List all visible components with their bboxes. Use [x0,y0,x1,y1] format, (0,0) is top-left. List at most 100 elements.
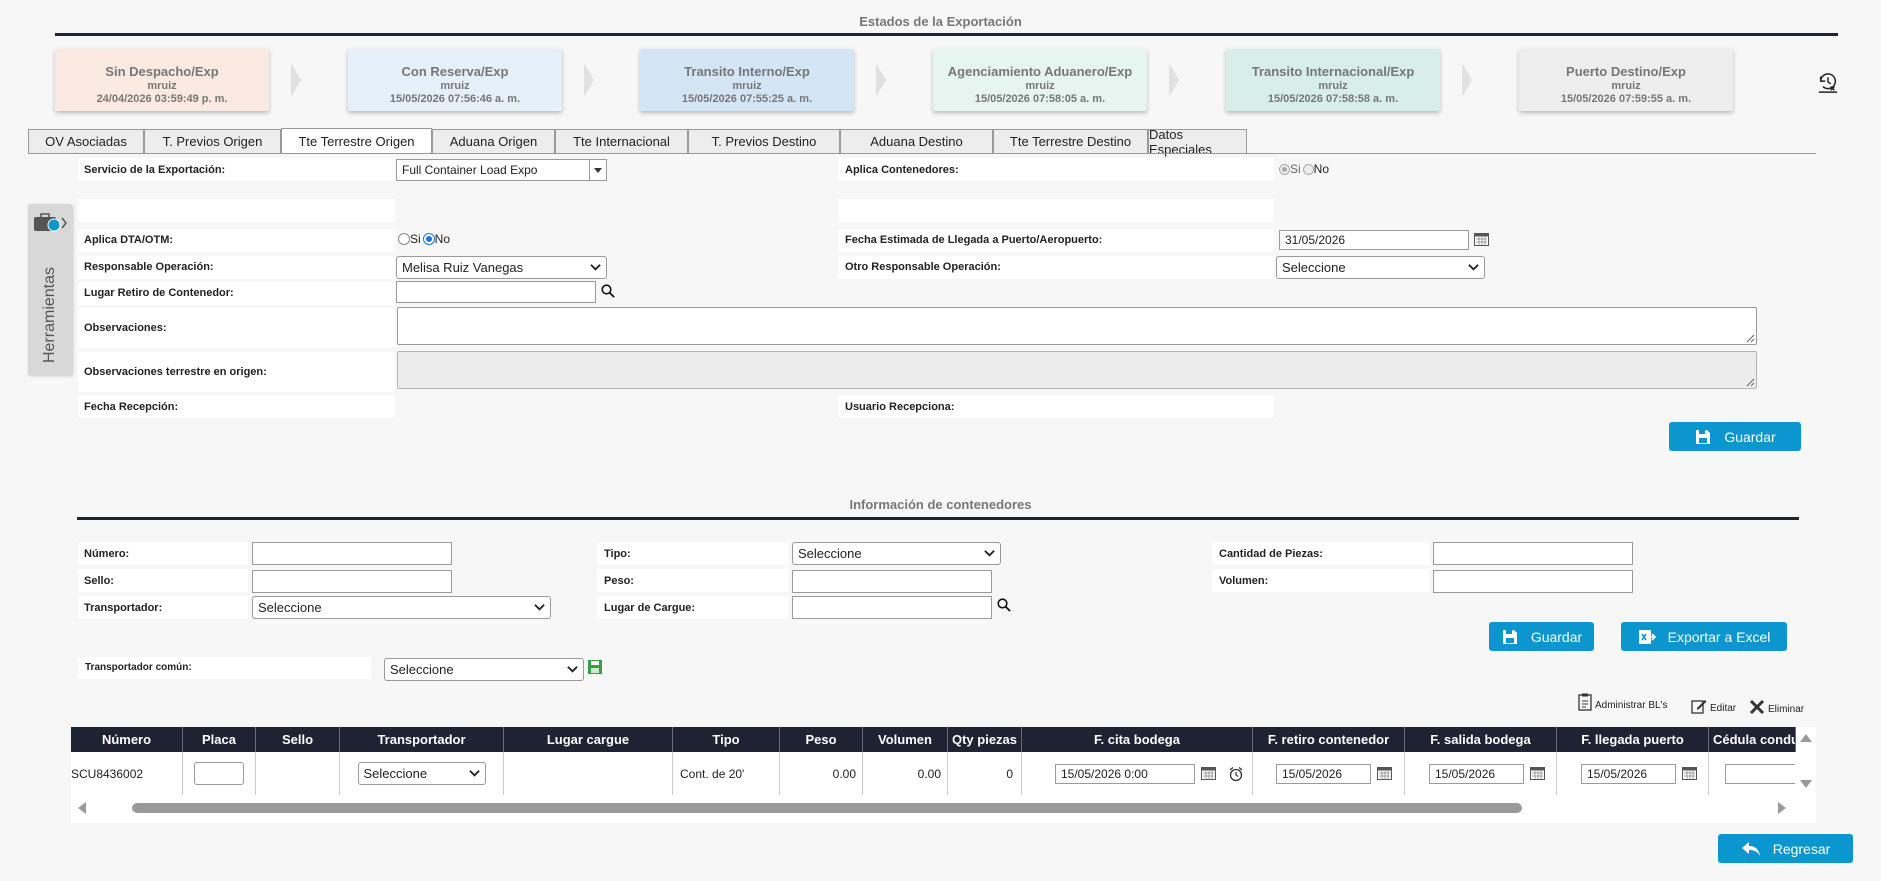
history-reset-icon[interactable] [1817,71,1839,93]
exportar-excel-label: Exportar a Excel [1667,628,1771,645]
lugar-cargue-input[interactable] [792,596,992,619]
tab-aduana-destino[interactable]: Aduana Destino [840,129,993,153]
observaciones-label: Observaciones: [84,322,167,334]
tipo-select[interactable]: Seleccione [792,542,1001,565]
placa-input[interactable] [194,762,244,785]
peso-input[interactable] [792,570,992,593]
lugar-retiro-input[interactable] [396,281,596,303]
column-header[interactable]: F. cita bodega [1022,727,1253,752]
state-chevron-icon [1462,63,1472,97]
administrar-bls-action[interactable]: Administrar BL's [1578,693,1668,711]
calendar-icon[interactable] [1377,767,1392,780]
column-header[interactable]: Transportador [340,727,504,752]
column-header[interactable]: Volumen [863,727,948,752]
radio-si[interactable] [398,233,410,245]
calendar-icon[interactable] [1682,767,1697,780]
f-retiro-input[interactable] [1276,763,1371,784]
guardar-button[interactable]: Guardar [1669,422,1801,451]
tab-aduana-origen[interactable]: Aduana Origen [432,129,555,153]
cantidad-piezas-input[interactable] [1433,542,1633,565]
state-chevron-icon [291,63,301,97]
tab-tte-terrestre-destino[interactable]: Tte Terrestre Destino [993,129,1148,153]
tools-panel[interactable]: Herramientas [28,204,72,375]
tipo-value: Seleccione [798,546,862,561]
tab-t-previos-origen[interactable]: T. Previos Origen [144,129,281,153]
resize-handle-icon[interactable] [1745,333,1755,343]
cell-numero: SCU8436002 [71,752,183,795]
f-llegada-input[interactable] [1581,763,1676,784]
radio-no[interactable] [422,233,435,245]
column-header[interactable]: Número [71,727,183,752]
eliminar-action[interactable]: Eliminar [1749,699,1804,715]
column-header[interactable]: Cédula condu [1709,727,1796,752]
cedula-input[interactable] [1725,763,1795,784]
numero-input[interactable] [252,542,452,565]
scroll-right-arrow-icon[interactable] [1778,802,1786,814]
column-header[interactable]: F. retiro contenedor [1253,727,1405,752]
fecha-estimada-input[interactable] [1279,230,1469,250]
scroll-thumb[interactable] [132,803,1522,813]
tab-tte-terrestre-origen[interactable]: Tte Terrestre Origen [281,128,432,154]
transportador-comun-select[interactable]: Seleccione [384,658,584,681]
tab-datos-especiales[interactable]: Datos Especiales [1148,127,1247,157]
scroll-down-arrow-icon[interactable] [1800,780,1812,788]
column-header[interactable]: Placa [183,727,256,752]
exportar-excel-button[interactable]: Exportar a Excel [1621,622,1787,651]
radio-no[interactable] [1302,163,1314,175]
transportador-label: Transportador: [84,602,163,614]
column-header[interactable]: Peso [780,727,863,752]
scroll-horizontal[interactable] [71,799,1816,817]
row-transportador-value: Seleccione [363,766,428,781]
scroll-up-arrow-icon[interactable] [1800,734,1812,742]
responsable-select[interactable]: Melisa Ruiz Vanegas [396,256,607,279]
dropdown-arrow-icon[interactable] [589,160,606,180]
f-cita-bodega-input[interactable] [1055,763,1195,784]
otro-responsable-select[interactable]: Seleccione [1276,256,1485,279]
search-icon[interactable] [601,284,615,298]
guardar-contenedor-button[interactable]: Guardar [1489,622,1594,651]
column-header[interactable]: Qty piezas [948,727,1022,752]
state-user: mruiz [440,80,470,92]
column-header[interactable]: F. llegada puerto [1557,727,1709,752]
state-date: 15/05/2026 07:55:25 a. m. [681,93,813,105]
volumen-input[interactable] [1433,570,1633,593]
containers-title: Información de contenedores [849,497,1032,512]
radio-si[interactable] [1279,163,1290,175]
cell-placa [183,752,256,795]
sello-input[interactable] [252,570,452,593]
responsable-value: Melisa Ruiz Vanegas [402,260,524,275]
responsable-label: Responsable Operación: [84,261,214,273]
calendar-icon[interactable] [1530,767,1545,780]
tab-t-previos-destino[interactable]: T. Previos Destino [688,129,840,153]
save-green-icon[interactable] [588,660,602,674]
observaciones-textarea[interactable] [397,307,1757,345]
tools-icon[interactable] [32,212,68,234]
calendar-icon[interactable] [1474,233,1489,246]
save-icon [1502,629,1517,644]
servicio-select[interactable]: Full Container Load Expo [396,159,607,181]
column-header[interactable]: Lugar cargue [504,727,673,752]
column-header[interactable]: F. salida bodega [1405,727,1557,752]
row-transportador-select[interactable]: Seleccione [357,762,486,785]
guardar-label: Guardar [1724,428,1776,445]
scroll-left-arrow-icon[interactable] [78,802,86,814]
editar-action[interactable]: Editar [1691,698,1736,714]
column-header[interactable]: Tipo [673,727,780,752]
state-date: 15/05/2026 07:58:05 a. m. [974,93,1106,105]
column-header[interactable]: Sello [256,727,340,752]
tab-tte-internacional[interactable]: Tte Internacional [555,129,688,153]
cell-f-salida-bodega [1405,752,1557,795]
observaciones-terrestre-textarea [397,351,1757,389]
scroll-vertical[interactable] [1796,727,1816,795]
tab-ov-asociadas[interactable]: OV Asociadas [28,129,144,153]
peso-label: Peso: [604,575,634,587]
aplica-contenedores-radios: Si No [1279,162,1329,176]
calendar-icon[interactable] [1201,767,1216,780]
f-salida-input[interactable] [1429,763,1524,784]
regresar-button[interactable]: Regresar [1718,834,1853,863]
lugar-retiro-label: Lugar Retiro de Contenedor: [84,287,234,299]
alarm-clock-icon[interactable] [1228,766,1244,782]
search-icon[interactable] [997,598,1011,612]
cell-f-cita-bodega [1022,752,1253,795]
transportador-select[interactable]: Seleccione [252,596,551,619]
